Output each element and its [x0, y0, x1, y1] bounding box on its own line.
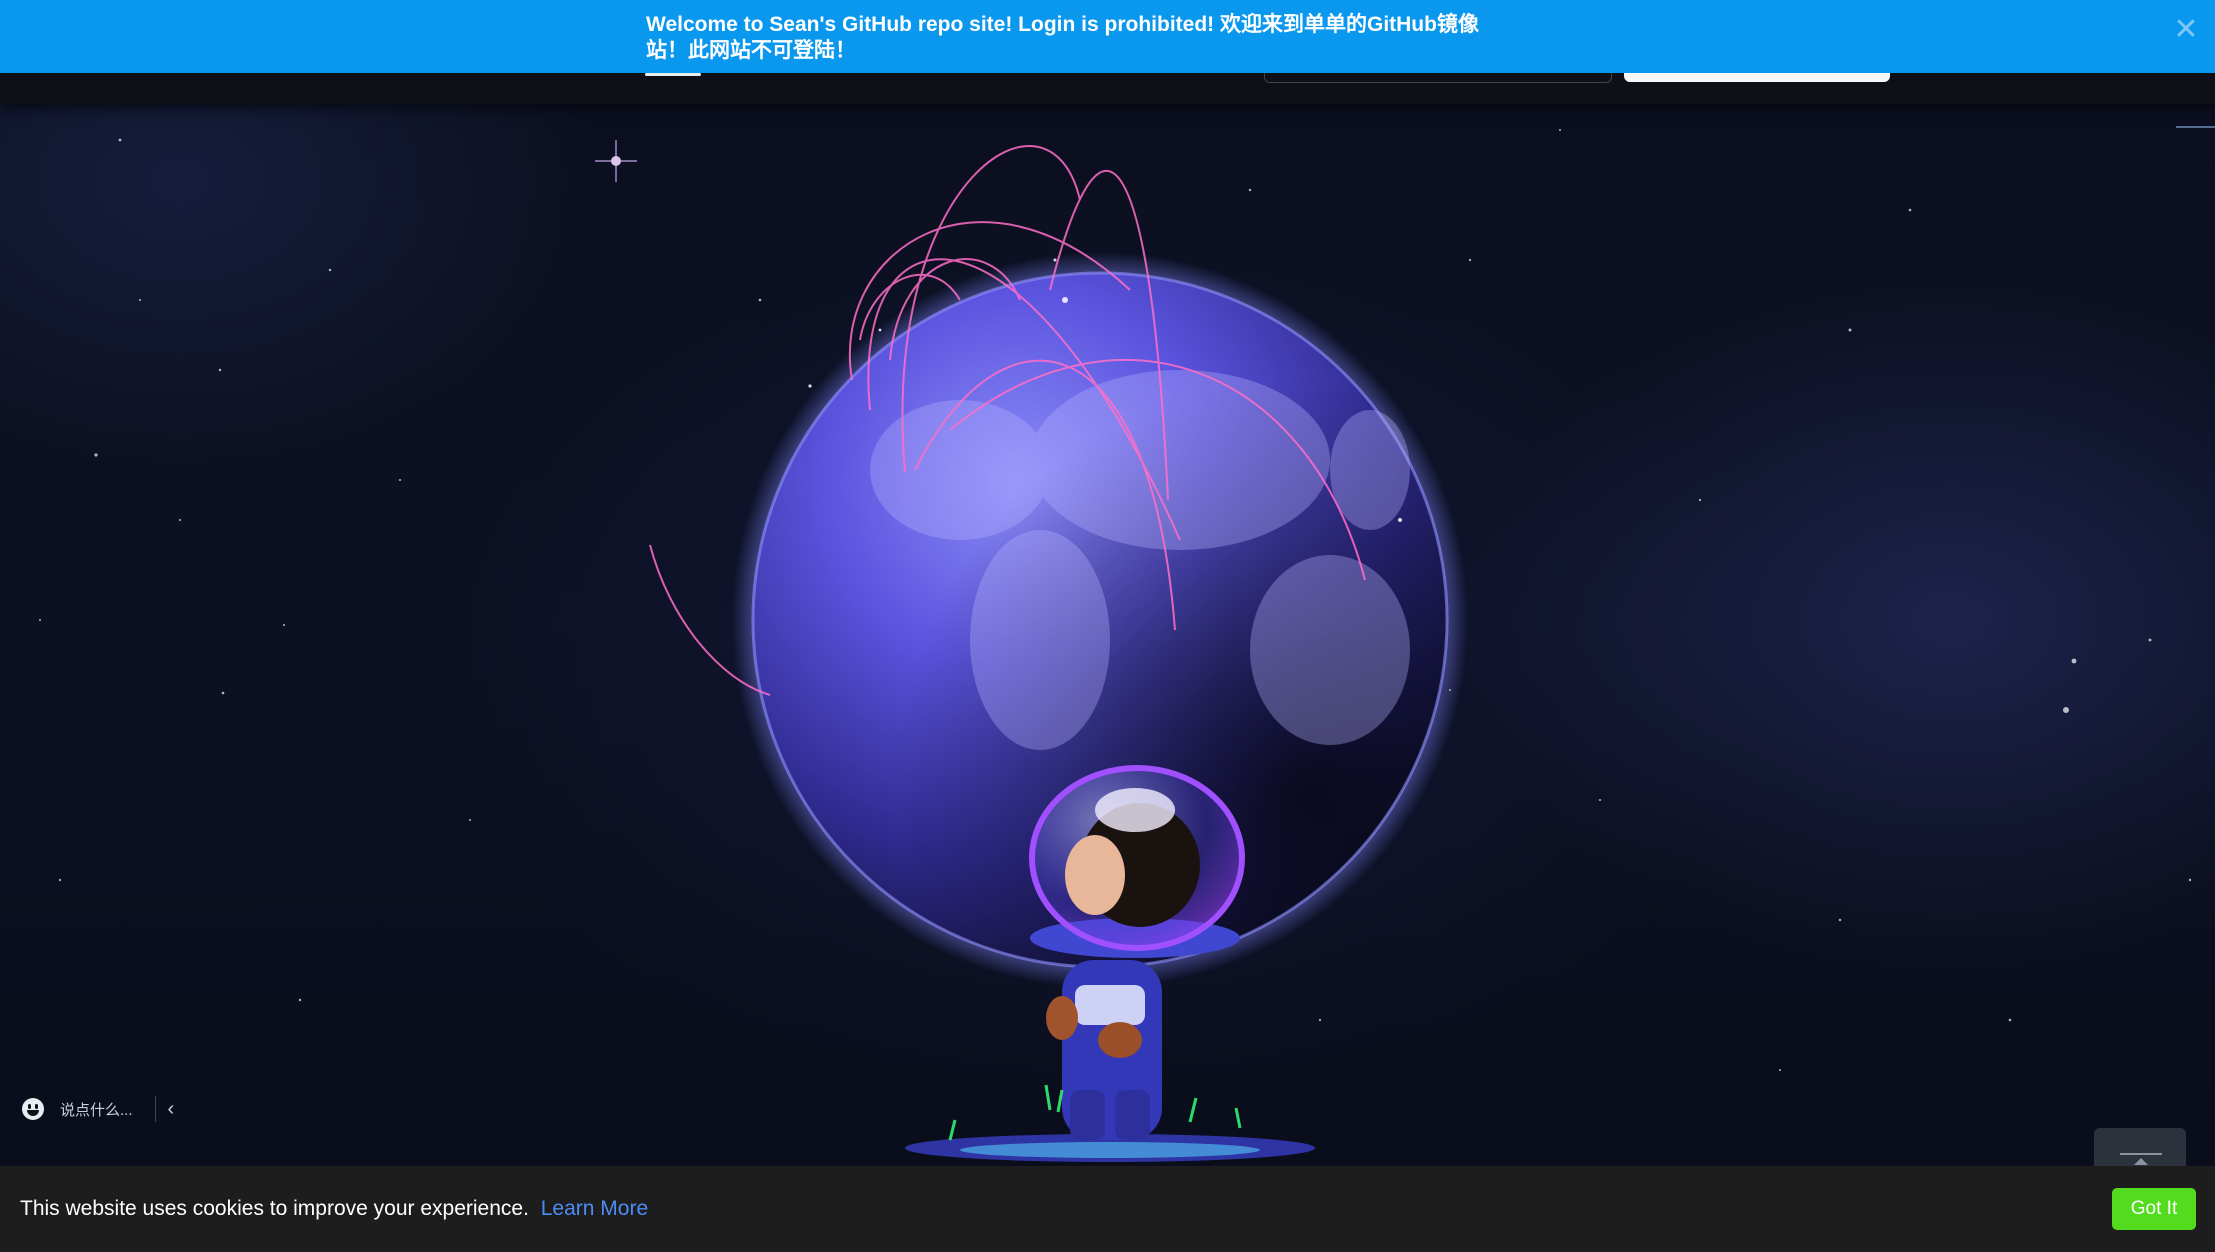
- chevron-left-icon[interactable]: ‹: [168, 1098, 175, 1121]
- cookie-message: This website uses cookies to improve you…: [20, 1197, 529, 1220]
- got-it-button[interactable]: Got It: [2112, 1188, 2196, 1230]
- space-globe-art: [39, 126, 2215, 1162]
- arrow-up-icon: [2120, 1153, 2162, 1155]
- sparkle: [595, 140, 637, 182]
- chat-widget[interactable]: 说点什么... ‹: [22, 1093, 192, 1125]
- nav-active-indicator: [645, 73, 701, 76]
- back-to-top-button[interactable]: [2094, 1128, 2186, 1168]
- smile-icon[interactable]: [22, 1098, 44, 1120]
- divider: [154, 1096, 156, 1122]
- learn-more-link[interactable]: Learn More: [541, 1197, 648, 1220]
- welcome-banner: Welcome to Sean's GitHub repo site! Logi…: [0, 0, 2215, 73]
- hero-illustration: [0, 0, 2215, 1252]
- cookie-consent-bar: This website uses cookies to improve you…: [0, 1166, 2215, 1252]
- chat-placeholder[interactable]: 说点什么...: [60, 1099, 133, 1120]
- banner-message: Welcome to Sean's GitHub repo site! Logi…: [646, 13, 1479, 62]
- close-icon[interactable]: ✕: [2172, 15, 2200, 45]
